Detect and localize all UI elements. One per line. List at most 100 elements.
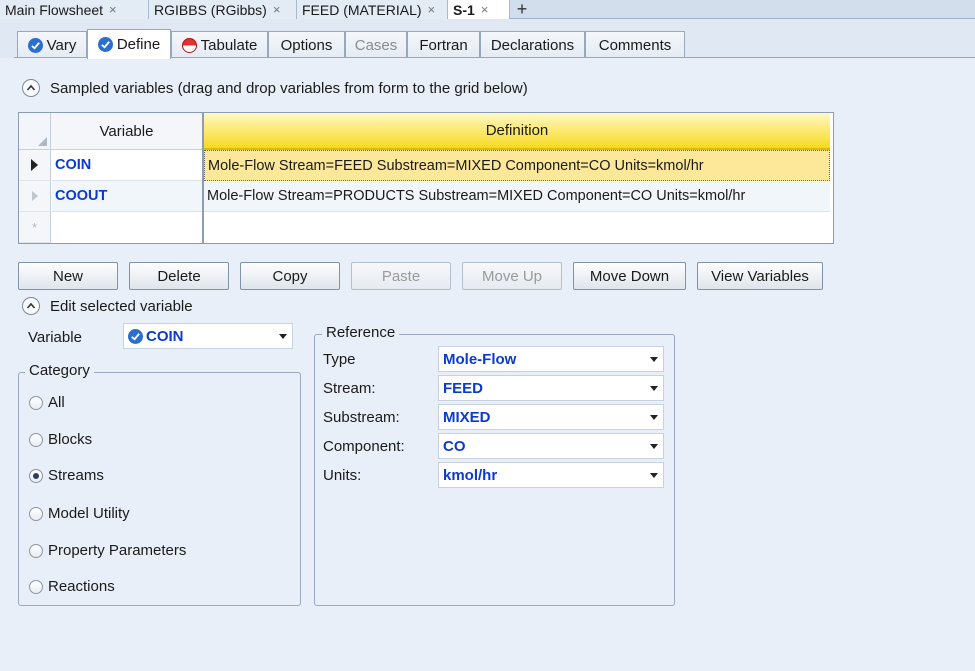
doc-tab-main-flowsheet[interactable]: Main Flowsheet × xyxy=(0,0,149,19)
chevron-down-icon xyxy=(279,334,287,339)
radio-label: Blocks xyxy=(48,431,93,448)
stop-icon xyxy=(181,37,197,53)
doc-tab-s1[interactable]: S-1 × xyxy=(448,0,510,19)
column-header-definition[interactable]: Definition xyxy=(204,113,830,150)
doc-tab-feed[interactable]: FEED (MATERIAL) × xyxy=(297,0,448,19)
radio-label: Reactions xyxy=(48,578,115,595)
tab-label: Options xyxy=(280,36,333,54)
check-icon xyxy=(128,328,143,344)
radio-label: Streams xyxy=(48,467,104,484)
cell-definition[interactable]: Mole-Flow Stream=PRODUCTS Substream=MIXE… xyxy=(204,181,830,212)
tab-label: Comments xyxy=(598,36,672,54)
chevron-down-icon xyxy=(650,473,658,478)
radio-button[interactable] xyxy=(29,543,43,558)
stream-value: FEED xyxy=(443,379,484,397)
copy-button[interactable]: Copy xyxy=(240,262,340,290)
substream-select[interactable]: MIXED xyxy=(438,404,664,430)
substream-label: Substream: xyxy=(323,409,400,426)
substream-value: MIXED xyxy=(443,408,491,426)
collapse-up-icon[interactable] xyxy=(22,79,40,97)
paste-button[interactable]: Paste xyxy=(351,262,451,290)
new-button[interactable]: New xyxy=(18,262,118,290)
reference-title: Reference xyxy=(322,324,400,341)
chevron-down-icon xyxy=(650,415,658,420)
column-header-variable[interactable]: Variable xyxy=(51,113,202,150)
edit-selected-variable-title: Edit selected variable xyxy=(50,298,193,315)
radio-button[interactable] xyxy=(29,432,43,447)
doc-tab-label: Main Flowsheet xyxy=(5,1,104,18)
tab-label: Vary xyxy=(46,36,77,54)
radio-button[interactable] xyxy=(29,579,43,594)
units-value: kmol/hr xyxy=(443,466,498,484)
radio-button-selected[interactable] xyxy=(29,468,43,483)
close-icon[interactable]: × xyxy=(273,2,281,17)
tab-declarations[interactable]: Declarations xyxy=(480,31,585,58)
sampled-variables-grid[interactable]: Variable Definition COIN Mole-Flow Strea… xyxy=(18,112,834,244)
current-row-arrow-icon xyxy=(31,159,38,171)
radio-label: Model Utility xyxy=(48,505,130,522)
move-down-button[interactable]: Move Down xyxy=(573,262,686,290)
radio-button[interactable] xyxy=(29,395,43,410)
row-selector[interactable] xyxy=(19,181,51,212)
cell-variable[interactable]: COOUT xyxy=(52,181,202,212)
tab-fortran[interactable]: Fortran xyxy=(407,31,480,58)
sampled-variables-title: Sampled variables (drag and drop variabl… xyxy=(50,80,528,97)
component-select[interactable]: CO xyxy=(438,433,664,459)
type-value: Mole-Flow xyxy=(443,350,517,368)
chevron-down-icon xyxy=(650,386,658,391)
tab-label: Cases xyxy=(354,36,398,54)
component-label: Component: xyxy=(323,438,405,455)
tab-vary[interactable]: Vary xyxy=(17,31,87,58)
row-selector[interactable]: * xyxy=(19,212,51,243)
component-value: CO xyxy=(443,437,466,455)
delete-button[interactable]: Delete xyxy=(129,262,229,290)
cell-definition[interactable]: Mole-Flow Stream=FEED Substream=MIXED Co… xyxy=(204,150,830,181)
tab-label: Fortran xyxy=(419,36,468,54)
tab-label: Tabulate xyxy=(200,36,258,54)
category-option-property-parameters[interactable]: Property Parameters xyxy=(29,542,186,559)
row-arrow-icon xyxy=(31,191,38,201)
category-option-all[interactable]: All xyxy=(29,394,65,411)
doc-tab-label: S-1 xyxy=(453,1,475,18)
cell-variable[interactable]: COIN xyxy=(52,150,202,181)
type-select[interactable]: Mole-Flow xyxy=(438,346,664,372)
check-icon xyxy=(27,37,43,53)
tab-comments[interactable]: Comments xyxy=(585,31,685,58)
variable-select-value: COIN xyxy=(146,327,184,345)
chevron-down-icon xyxy=(650,444,658,449)
close-icon[interactable]: × xyxy=(428,2,436,17)
radio-label: All xyxy=(48,394,65,411)
units-select[interactable]: kmol/hr xyxy=(438,462,664,488)
close-icon[interactable]: × xyxy=(109,2,117,17)
units-label: Units: xyxy=(323,467,362,484)
doc-tab-rgibbs[interactable]: RGIBBS (RGibbs) × xyxy=(149,0,297,19)
new-row-icon: * xyxy=(31,219,38,235)
tab-define[interactable]: Define xyxy=(87,29,171,59)
category-option-model-utility[interactable]: Model Utility xyxy=(29,505,130,522)
chevron-down-icon xyxy=(650,357,658,362)
type-label: Type xyxy=(323,351,356,368)
row-selector[interactable] xyxy=(19,150,51,181)
collapse-up-icon[interactable] xyxy=(22,297,40,315)
close-icon[interactable]: × xyxy=(481,2,489,17)
radio-button[interactable] xyxy=(29,506,43,521)
view-variables-button[interactable]: View Variables xyxy=(697,262,823,290)
doc-tab-label: RGIBBS (RGibbs) xyxy=(154,1,267,18)
stream-select[interactable]: FEED xyxy=(438,375,664,401)
category-option-blocks[interactable]: Blocks xyxy=(29,431,92,448)
move-up-button[interactable]: Move Up xyxy=(462,262,562,290)
variable-select[interactable]: COIN xyxy=(123,323,293,349)
category-option-streams[interactable]: Streams xyxy=(29,467,104,484)
stream-label: Stream: xyxy=(323,380,376,397)
add-tab-icon[interactable]: + xyxy=(511,0,533,19)
check-icon xyxy=(97,37,113,52)
grid-corner[interactable] xyxy=(19,113,51,150)
variable-label: Variable xyxy=(28,329,82,346)
tab-label: Declarations xyxy=(490,36,575,54)
tab-options[interactable]: Options xyxy=(268,31,345,58)
category-title: Category xyxy=(25,362,94,379)
tab-tabulate[interactable]: Tabulate xyxy=(171,31,268,58)
tab-label: Define xyxy=(116,36,161,53)
category-option-reactions[interactable]: Reactions xyxy=(29,578,115,595)
tab-cases[interactable]: Cases xyxy=(345,31,407,58)
